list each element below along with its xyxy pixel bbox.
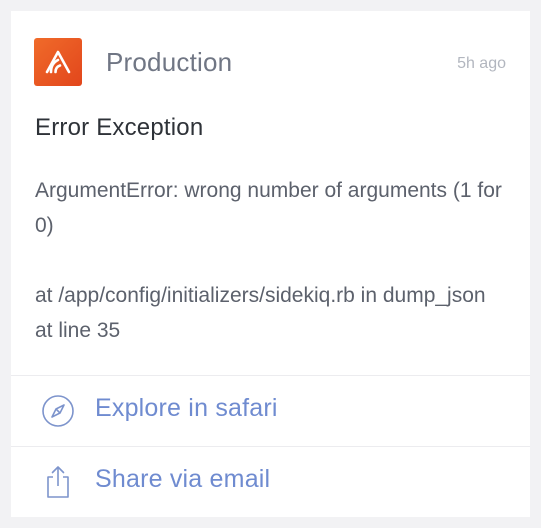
environment-name: Production — [106, 47, 233, 77]
error-title: Error Exception — [35, 114, 204, 141]
notification-header: Production 5h ago — [11, 11, 530, 111]
share-via-email-label: Share via email — [95, 465, 271, 493]
explore-in-safari-label: Explore in safari — [95, 394, 278, 422]
compass-icon — [41, 394, 75, 428]
error-location-text: at /app/config/initializers/sidekiq.rb i… — [35, 284, 486, 342]
explore-in-safari-button[interactable]: Explore in safari — [11, 376, 530, 446]
share-via-email-button[interactable]: Share via email — [11, 447, 530, 517]
sentry-logo-icon — [34, 38, 82, 86]
sentry-glyph — [45, 50, 71, 74]
error-message: ArgumentError: wrong number of arguments… — [35, 173, 505, 348]
error-message-text: ArgumentError: wrong number of arguments… — [35, 179, 502, 237]
timestamp: 5h ago — [457, 55, 506, 72]
share-icon — [41, 465, 75, 499]
notification-card: Production 5h ago Error Exception Argume… — [11, 11, 530, 517]
